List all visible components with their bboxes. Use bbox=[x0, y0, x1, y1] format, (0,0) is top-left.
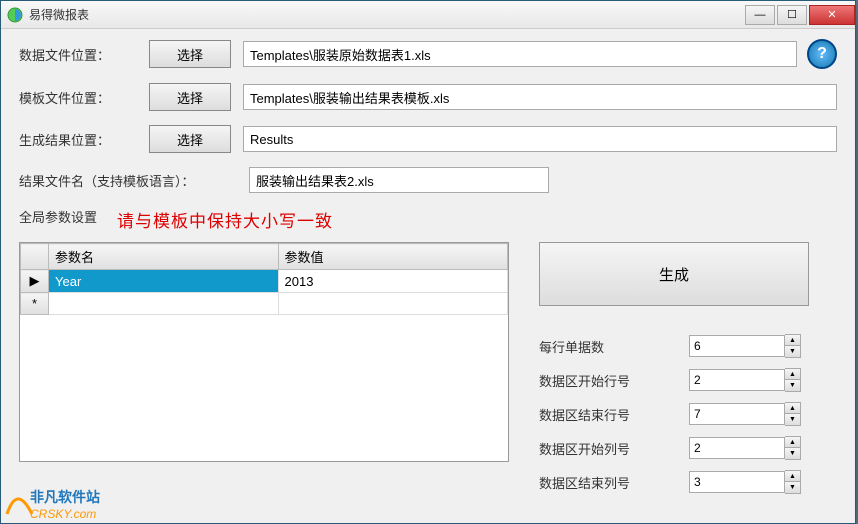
spinner-up-icon[interactable]: ▲ bbox=[785, 437, 800, 448]
row-marker-new: * bbox=[21, 293, 49, 315]
spinner-up-icon[interactable]: ▲ bbox=[785, 403, 800, 414]
spinner-up-icon[interactable]: ▲ bbox=[785, 369, 800, 380]
spinner-down-icon[interactable]: ▼ bbox=[785, 380, 800, 391]
close-button[interactable]: ✕ bbox=[809, 5, 855, 25]
result-location-input[interactable] bbox=[243, 126, 837, 152]
params-grid[interactable]: 参数名 参数值 ▶ Year 2013 * bbox=[19, 242, 509, 462]
result-location-select-button[interactable]: 选择 bbox=[149, 125, 231, 153]
num-label-4: 数据区结束列号 bbox=[539, 473, 689, 492]
num-label-3: 数据区开始列号 bbox=[539, 439, 689, 458]
data-file-input[interactable] bbox=[243, 41, 797, 67]
col-header-name[interactable]: 参数名 bbox=[49, 244, 279, 270]
titlebar: 易得微报表 — ☐ ✕ bbox=[1, 1, 855, 29]
template-file-select-button[interactable]: 选择 bbox=[149, 83, 231, 111]
row-marker-current: ▶ bbox=[21, 270, 49, 293]
global-params-label: 全局参数设置 bbox=[19, 207, 97, 226]
table-row[interactable]: ▶ Year 2013 bbox=[21, 270, 508, 293]
num-label-1: 数据区开始行号 bbox=[539, 371, 689, 390]
spinner-down-icon[interactable]: ▼ bbox=[785, 414, 800, 425]
col-header-value[interactable]: 参数值 bbox=[278, 244, 508, 270]
generate-button[interactable]: 生成 bbox=[539, 242, 809, 306]
main-window: 易得微报表 — ☐ ✕ 数据文件位置： 选择 ? 模板文件位置： 选择 生成结果… bbox=[0, 0, 856, 524]
spinner-input-2[interactable] bbox=[689, 403, 785, 425]
spinner-0[interactable]: ▲▼ bbox=[689, 334, 801, 358]
table-row-new[interactable]: * bbox=[21, 293, 508, 315]
spinner-down-icon[interactable]: ▼ bbox=[785, 346, 800, 357]
template-file-input[interactable] bbox=[243, 84, 837, 110]
spinner-input-3[interactable] bbox=[689, 437, 785, 459]
maximize-button[interactable]: ☐ bbox=[777, 5, 807, 25]
spinner-4[interactable]: ▲▼ bbox=[689, 470, 801, 494]
data-file-select-button[interactable]: 选择 bbox=[149, 40, 231, 68]
app-icon bbox=[7, 7, 23, 23]
spinner-2[interactable]: ▲▼ bbox=[689, 402, 801, 426]
result-filename-input[interactable] bbox=[249, 167, 549, 193]
param-name-empty[interactable] bbox=[49, 293, 279, 315]
window-title: 易得微报表 bbox=[29, 6, 743, 23]
result-filename-label: 结果文件名（支持模板语言）： bbox=[19, 171, 249, 190]
spinner-input-0[interactable] bbox=[689, 335, 785, 357]
grid-corner bbox=[21, 244, 49, 270]
spinner-input-4[interactable] bbox=[689, 471, 785, 493]
spinner-down-icon[interactable]: ▼ bbox=[785, 482, 800, 493]
param-value-empty[interactable] bbox=[278, 293, 508, 315]
spinner-3[interactable]: ▲▼ bbox=[689, 436, 801, 460]
spinner-down-icon[interactable]: ▼ bbox=[785, 448, 800, 459]
minimize-button[interactable]: — bbox=[745, 5, 775, 25]
spinner-1[interactable]: ▲▼ bbox=[689, 368, 801, 392]
template-file-label: 模板文件位置： bbox=[19, 88, 149, 107]
spinner-up-icon[interactable]: ▲ bbox=[785, 335, 800, 346]
spinner-up-icon[interactable]: ▲ bbox=[785, 471, 800, 482]
param-value-cell[interactable]: 2013 bbox=[278, 270, 508, 293]
param-name-cell[interactable]: Year bbox=[49, 270, 279, 293]
result-location-label: 生成结果位置： bbox=[19, 130, 149, 149]
content-area: 数据文件位置： 选择 ? 模板文件位置： 选择 生成结果位置： 选择 结果文件名… bbox=[1, 29, 855, 523]
num-label-2: 数据区结束行号 bbox=[539, 405, 689, 424]
help-icon[interactable]: ? bbox=[807, 39, 837, 69]
num-label-0: 每行单据数 bbox=[539, 337, 689, 356]
data-file-label: 数据文件位置： bbox=[19, 45, 149, 64]
spinner-input-1[interactable] bbox=[689, 369, 785, 391]
case-warning-text: 请与模板中保持大小写一致 bbox=[117, 207, 333, 232]
